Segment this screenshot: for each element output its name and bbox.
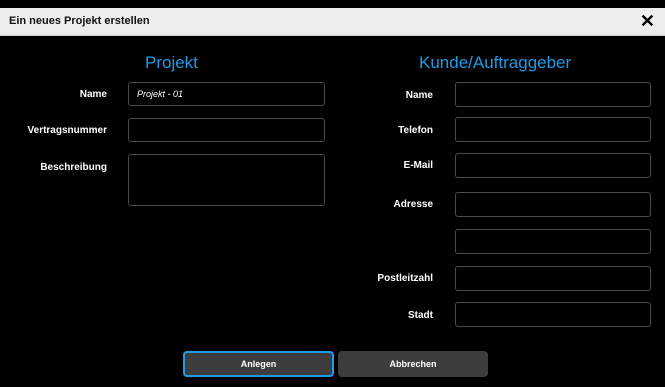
project-name-label: Name [79, 89, 107, 100]
address-label: Adresse [393, 199, 433, 210]
customer-name-input[interactable] [455, 82, 651, 107]
zip-label: Postleitzahl [377, 273, 433, 284]
city-input[interactable] [455, 302, 651, 327]
project-heading: Projekt [145, 53, 198, 72]
address-line2-input[interactable] [455, 229, 651, 254]
customer-heading: Kunde/Auftraggeber [419, 53, 572, 72]
contract-number-input[interactable] [128, 118, 325, 142]
email-input[interactable] [455, 153, 651, 178]
phone-label: Telefon [398, 125, 433, 136]
close-icon[interactable]: ✕ [640, 11, 655, 31]
description-textarea[interactable] [128, 154, 325, 206]
customer-name-label: Name [405, 90, 433, 101]
create-button[interactable]: Anlegen [183, 351, 334, 377]
dialog-title: Ein neues Projekt erstellen [9, 15, 150, 27]
contract-number-label: Vertragsnummer [27, 125, 107, 136]
project-name-input[interactable] [128, 82, 325, 106]
cancel-button[interactable]: Abbrechen [338, 351, 488, 377]
address-line1-input[interactable] [455, 192, 651, 217]
phone-input[interactable] [455, 117, 651, 142]
dialog-titlebar: Ein neues Projekt erstellen ✕ [0, 8, 665, 36]
email-label: E-Mail [403, 160, 433, 171]
description-label: Beschreibung [40, 162, 107, 173]
zip-input[interactable] [455, 266, 651, 291]
city-label: Stadt [408, 310, 433, 321]
